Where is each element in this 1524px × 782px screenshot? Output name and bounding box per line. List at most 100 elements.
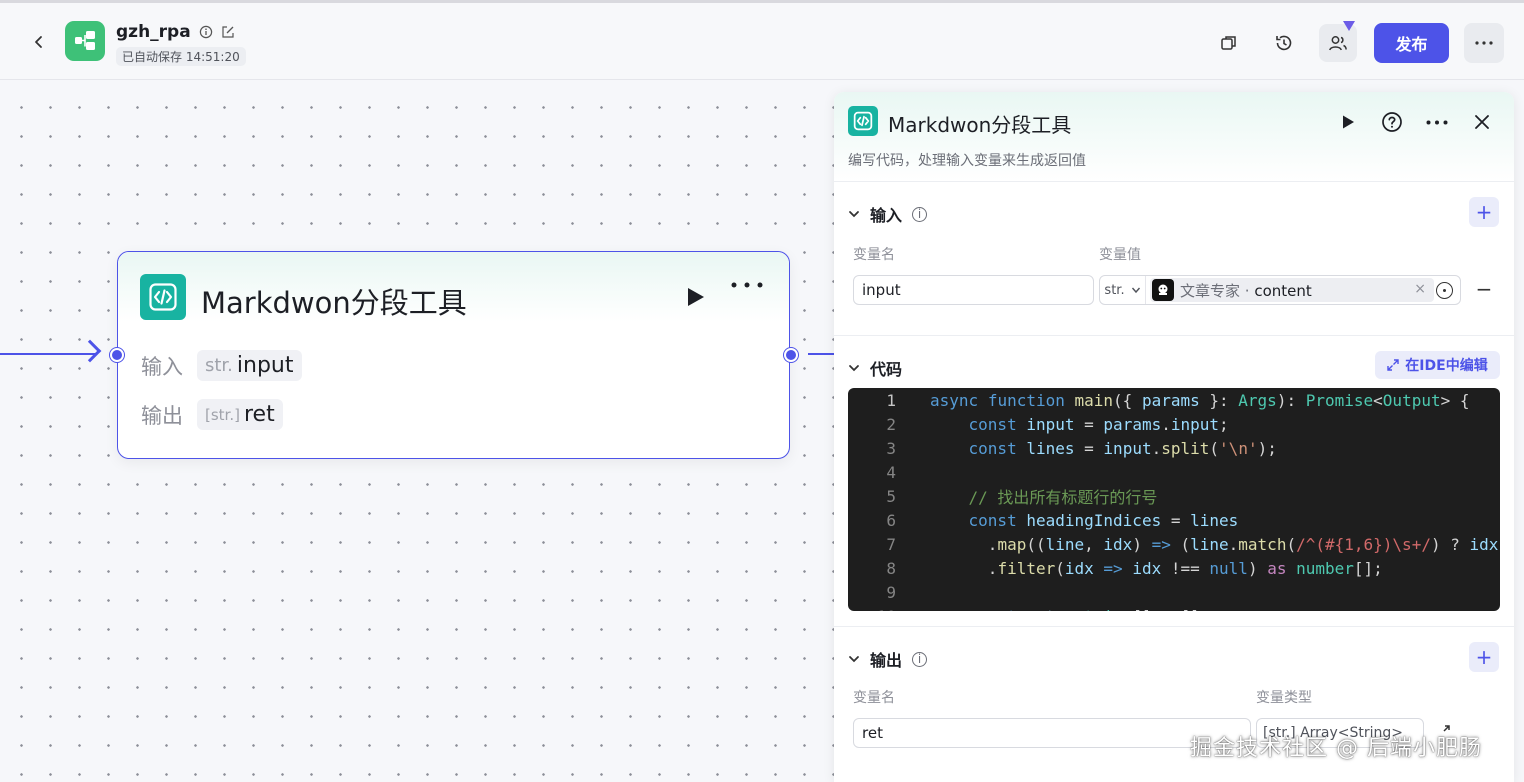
workflow-canvas[interactable]: Markdwon分段工具 输入 str. input 输出 [str.] ret: [0, 81, 836, 782]
reference-source: 文章专家: [1180, 281, 1241, 300]
line-number: 7: [886, 534, 896, 554]
code-line: 2 const input = params.input;: [848, 412, 1500, 436]
value-type-select[interactable]: str.: [1100, 276, 1146, 304]
code-line: 3 const lines = input.split('\n');: [848, 436, 1500, 460]
remove-input-button[interactable]: −: [1471, 276, 1497, 302]
run-icon[interactable]: [1335, 109, 1361, 135]
node-more-icon[interactable]: [731, 282, 763, 288]
chevron-down-icon: [1131, 287, 1140, 294]
expert-avatar-icon: [1152, 279, 1174, 301]
line-number: 6: [886, 510, 896, 530]
node-input-label: 输入: [141, 354, 183, 379]
chevron-down-icon[interactable]: [848, 208, 860, 220]
line-number: 5: [886, 486, 896, 506]
input-section: 输入 i + 变量名 变量值: [834, 182, 1514, 336]
code-line: 9: [848, 580, 1500, 604]
reference-field: content: [1254, 281, 1312, 300]
close-icon[interactable]: [1469, 109, 1495, 135]
node-header: Markdwon分段工具: [118, 252, 789, 322]
node-output-row: 输出 [str.] ret: [141, 399, 283, 430]
node-input-pill: str. input: [197, 350, 302, 381]
back-icon[interactable]: [26, 29, 52, 55]
node-output-type: [str.]: [205, 405, 240, 424]
code-line: 4: [848, 460, 1500, 484]
panel-header: Markdwon分段工具 编写代码，处理输入变量来生成返回值: [834, 92, 1514, 182]
panel-description: 编写代码，处理输入变量来生成返回值: [848, 153, 1086, 169]
input-col-name: 变量名: [853, 247, 895, 263]
node-output-pill: [str.] ret: [197, 399, 283, 430]
help-icon[interactable]: [1379, 109, 1405, 135]
line-number: 1: [886, 390, 896, 410]
app-logo-icon: [65, 21, 105, 61]
collaborators-icon[interactable]: [1319, 21, 1357, 62]
value-type-label: str.: [1104, 282, 1125, 298]
copy-icon[interactable]: [1210, 24, 1248, 62]
publish-button[interactable]: 发布: [1374, 23, 1449, 63]
panel-title: Markdwon分段工具: [888, 113, 1072, 137]
node-title: Markdwon分段工具: [201, 286, 467, 320]
code-line: 6 const headingIndices = lines: [848, 508, 1500, 532]
node-input-name: input: [236, 353, 294, 378]
chevron-down-icon[interactable]: [848, 362, 860, 374]
outgoing-edge: [808, 353, 836, 355]
reference-separator: ·: [1240, 281, 1255, 300]
node-output-name: ret: [243, 402, 275, 427]
input-section-label: 输入: [870, 206, 903, 225]
code-node[interactable]: Markdwon分段工具 输入 str. input 输出 [str.] ret: [110, 251, 798, 459]
panel-more-icon[interactable]: [1424, 109, 1450, 135]
line-number: 10: [848, 607, 898, 612]
code-line: 10 const ret: string[] = [];: [848, 604, 1500, 612]
info-icon[interactable]: [199, 25, 213, 39]
edge-arrow-icon: [78, 339, 102, 363]
target-icon[interactable]: [1436, 281, 1453, 299]
chevron-down-icon[interactable]: [848, 653, 860, 665]
autosave-status: 已自动保存 14:51:20: [116, 47, 246, 66]
input-var-name-field[interactable]: input: [853, 275, 1094, 305]
input-port[interactable]: [110, 348, 124, 362]
output-port[interactable]: [784, 348, 798, 362]
node-input-row: 输入 str. input: [141, 350, 302, 381]
code-icon: [848, 106, 878, 136]
code-line: 8 .filter(idx => idx !== null) as number…: [848, 556, 1500, 580]
history-icon[interactable]: [1265, 24, 1303, 62]
reference-text: 文章专家 · content: [1180, 280, 1312, 301]
line-number: 8: [886, 558, 896, 578]
code-editor[interactable]: 1 async function main({ params }: Args): …: [848, 388, 1500, 611]
expand-icon: [1387, 359, 1399, 371]
add-output-button[interactable]: +: [1469, 642, 1499, 672]
more-icon[interactable]: [1464, 23, 1504, 63]
line-number: 3: [886, 438, 896, 458]
node-config-panel: Markdwon分段工具 编写代码，处理输入变量来生成返回值 输入 i + 变量…: [834, 92, 1514, 782]
input-col-value: 变量值: [1099, 247, 1141, 263]
output-section-title[interactable]: 输出 i: [848, 647, 928, 671]
info-icon[interactable]: i: [912, 206, 928, 222]
output-col-name: 变量名: [853, 690, 895, 706]
line-number: 2: [886, 414, 896, 434]
line-number: 4: [886, 462, 896, 482]
output-section-label: 输出: [870, 651, 903, 670]
input-section-title[interactable]: 输入 i: [848, 202, 928, 226]
code-line: 1 async function main({ params }: Args): …: [848, 388, 1500, 412]
code-icon: [140, 274, 186, 320]
clear-reference-icon[interactable]: ×: [1414, 281, 1426, 297]
reference-tag: 文章专家 · content ×: [1150, 278, 1434, 302]
premium-badge-icon: [1343, 21, 1355, 31]
app-name: gzh_rpa: [116, 22, 191, 42]
edit-in-ide-button[interactable]: 在IDE中编辑: [1375, 351, 1500, 379]
app-title: gzh_rpa: [116, 22, 235, 42]
node-input-type: str.: [205, 355, 233, 376]
info-icon[interactable]: i: [912, 651, 928, 667]
watermark-text: 掘金技术社区 @ 后端小肥肠: [1190, 736, 1482, 761]
output-col-type: 变量类型: [1256, 690, 1312, 706]
input-value-reference[interactable]: str. 文章专家 · content ×: [1099, 275, 1461, 305]
top-bar: gzh_rpa 已自动保存 14:51:20 发布: [0, 0, 1524, 80]
code-line: 7 .map((line, idx) => (line.match(/^(#{1…: [848, 532, 1500, 556]
code-line: 5 // 找出所有标题行的行号: [848, 484, 1500, 508]
node-output-label: 输出: [141, 403, 183, 428]
add-input-button[interactable]: +: [1469, 197, 1499, 227]
line-number: 9: [886, 582, 896, 602]
edit-icon[interactable]: [221, 25, 235, 39]
code-section-title[interactable]: 代码: [848, 356, 902, 380]
run-icon[interactable]: [684, 286, 706, 308]
edit-in-ide-label: 在IDE中编辑: [1405, 358, 1488, 374]
